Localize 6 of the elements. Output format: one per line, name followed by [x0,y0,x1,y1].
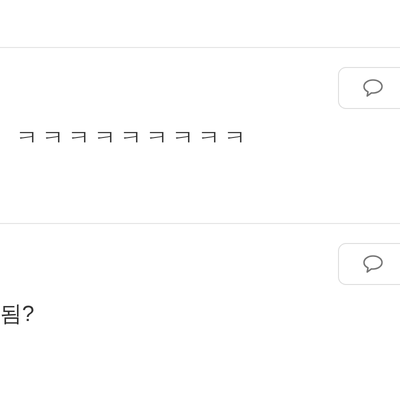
comment-text: ㅋㅋㅋㅋㅋㅋㅋㅋㅋ [15,124,250,152]
reply-button[interactable] [338,67,400,109]
reply-button[interactable] [338,243,400,285]
speech-bubble-icon [362,254,384,274]
comment-text: 됨? [0,300,34,328]
speech-bubble-icon [362,78,384,98]
